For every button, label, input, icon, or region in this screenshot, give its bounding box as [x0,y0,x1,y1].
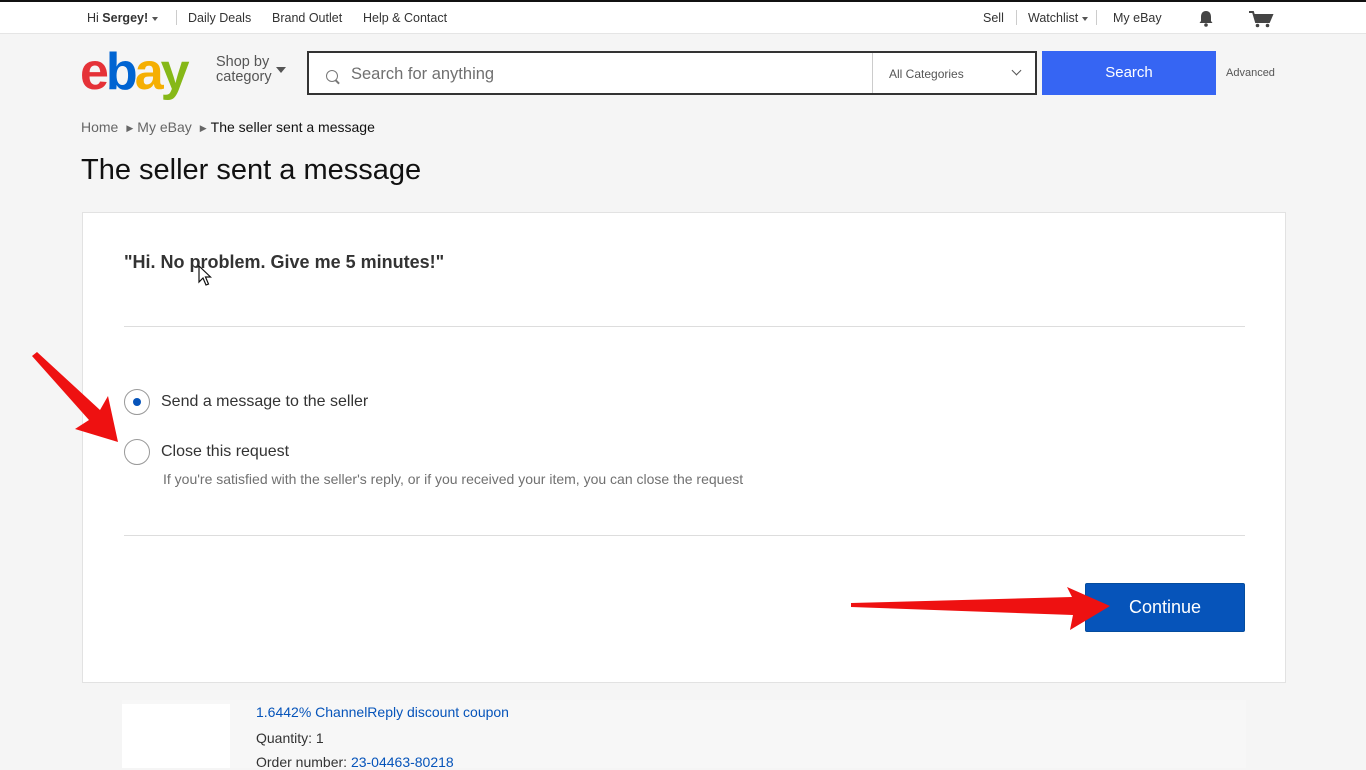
category-select[interactable]: All Categories [872,53,1036,93]
item-title-link[interactable]: 1.6442% ChannelReply discount coupon [256,704,509,720]
logo-letter: b [105,43,138,101]
shop-by-line2: category [216,69,272,85]
send-message-radio[interactable] [124,389,150,415]
breadcrumb-arrow-icon: ▶ [199,122,207,133]
cart-icon[interactable] [1248,10,1274,28]
item-summary: 1.6442% ChannelReply discount coupon Qua… [122,700,1246,770]
divider [1016,10,1017,25]
advanced-search-link[interactable]: Advanced [1226,67,1275,79]
chevron-down-icon [152,16,159,21]
seller-message-quote: "Hi. No problem. Give me 5 minutes!" [124,252,445,272]
top-utility-bar: Hi Sergey! Daily Deals Brand Outlet Help… [0,0,1366,34]
help-contact-link[interactable]: Help & Contact [363,11,447,25]
item-quantity: Quantity: 1 [256,730,324,746]
greeting-prefix: Hi [87,11,103,25]
user-name: Sergey! [102,11,149,25]
logo-letter: y [160,43,190,101]
breadcrumb-current: The seller sent a message [210,119,375,135]
search-input[interactable] [349,61,853,87]
breadcrumb-my-ebay[interactable]: My eBay [137,119,191,135]
greeting-menu[interactable]: Hi Sergey! [87,11,159,25]
mouse-cursor-icon [198,265,212,286]
my-ebay-link[interactable]: My eBay [1113,11,1162,25]
divider [176,10,177,25]
divider [1096,10,1097,25]
page-title: The seller sent a message [81,154,422,186]
close-request-radio[interactable] [124,439,150,465]
ebay-logo[interactable]: ebay [80,43,190,101]
daily-deals-link[interactable]: Daily Deals [188,11,251,25]
breadcrumb: Home ▶ My eBay ▶ The seller sent a message [81,119,375,135]
search-icon [326,70,338,82]
shop-by-category-button[interactable]: Shop by category [216,55,272,85]
bell-icon[interactable] [1198,10,1214,27]
logo-letter: a [134,43,164,101]
watchlist-label: Watchlist [1028,11,1079,25]
divider [124,326,1245,327]
chevron-down-icon [276,67,286,73]
continue-button[interactable]: Continue [1085,583,1245,632]
search-bar: All Categories [307,51,1037,95]
close-request-label[interactable]: Close this request [161,443,289,461]
breadcrumb-home[interactable]: Home [81,119,118,135]
logo-letter: e [80,43,109,101]
chevron-down-icon [1011,65,1022,76]
close-request-help-text: If you're satisfied with the seller's re… [163,471,744,487]
chevron-down-icon [1082,16,1089,21]
breadcrumb-arrow-icon: ▶ [126,122,134,133]
message-card: "Hi. No problem. Give me 5 minutes!" Sen… [82,212,1286,683]
search-button[interactable]: Search [1042,51,1216,95]
send-message-label[interactable]: Send a message to the seller [161,393,368,411]
divider [124,535,1245,536]
category-value: All Categories [889,67,964,81]
watchlist-menu[interactable]: Watchlist [1028,11,1089,25]
shop-by-line1: Shop by [216,54,270,70]
brand-outlet-link[interactable]: Brand Outlet [272,11,342,25]
item-thumbnail[interactable] [122,704,230,768]
sell-link[interactable]: Sell [983,11,1004,25]
